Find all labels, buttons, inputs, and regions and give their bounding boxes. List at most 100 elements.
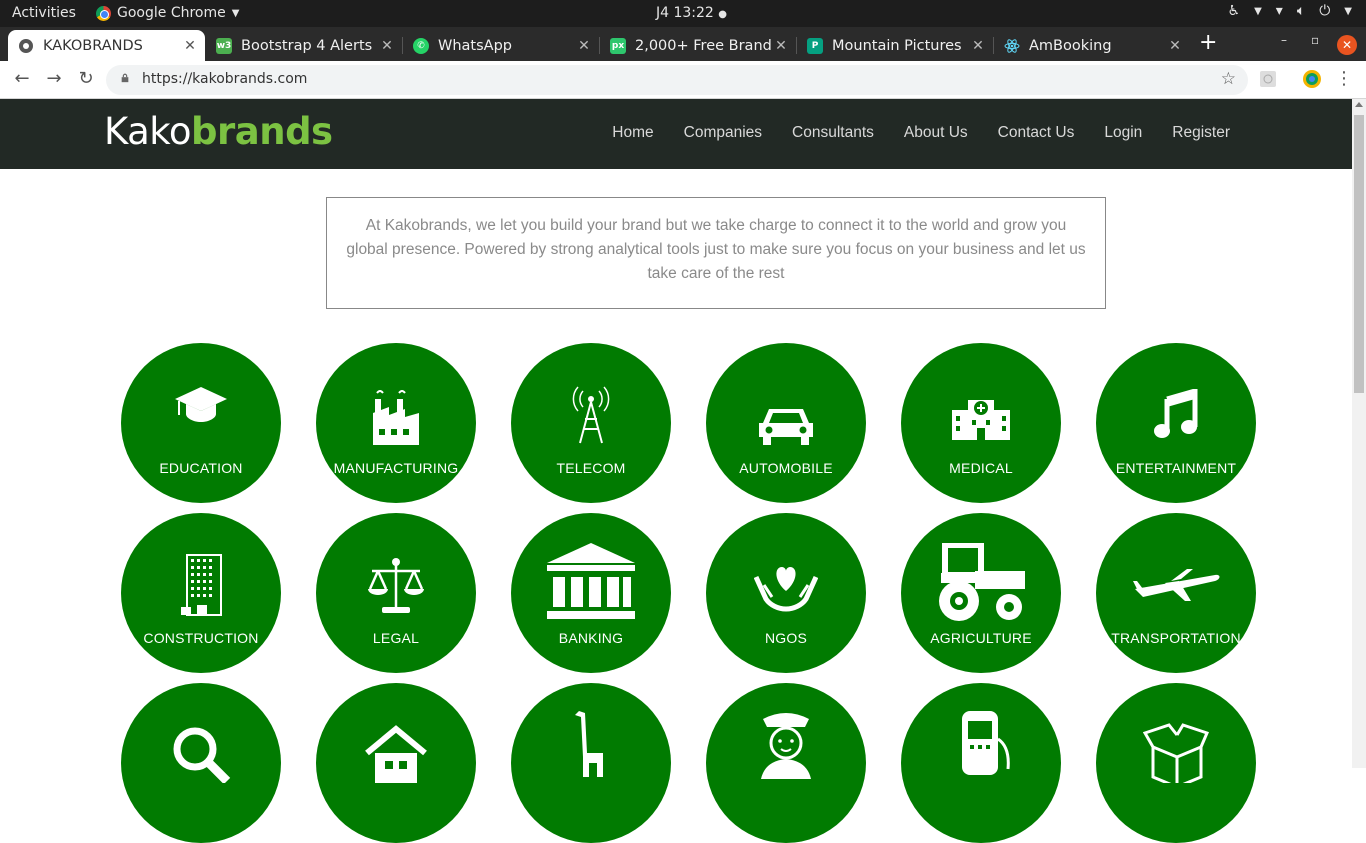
wifi-icon: ▾ bbox=[1275, 3, 1283, 19]
category-manufacturing[interactable]: MANUFACTURING bbox=[316, 343, 476, 503]
category-real-estate[interactable] bbox=[316, 683, 476, 843]
magnifier-icon bbox=[173, 727, 231, 783]
tab-bootstrap-alerts[interactable]: w3 Bootstrap 4 Alerts ✕ bbox=[206, 30, 402, 61]
category-label: LEGAL bbox=[372, 630, 420, 646]
intro-text: At Kakobrands, we let you build your bra… bbox=[346, 217, 1086, 282]
tab-whatsapp[interactable]: ✆ WhatsApp ✕ bbox=[403, 30, 599, 61]
tab-title: Bootstrap 4 Alerts bbox=[241, 37, 373, 54]
nav-consultants[interactable]: Consultants bbox=[792, 124, 874, 142]
pixabay-icon: px bbox=[610, 37, 626, 54]
category-label: MANUFACTURING bbox=[333, 460, 459, 476]
category-automobile[interactable]: AUTOMOBILE bbox=[706, 343, 866, 503]
nav-home[interactable]: Home bbox=[612, 124, 653, 142]
building-icon bbox=[181, 554, 222, 616]
intro-box: At Kakobrands, we let you build your bra… bbox=[326, 197, 1106, 309]
system-tray[interactable]: ♿︎ ▼ ▾ 🔈︎ ⏻ ▼ bbox=[1228, 3, 1352, 19]
reload-icon[interactable]: ↻ bbox=[74, 67, 98, 91]
profile-avatar-icon[interactable] bbox=[1302, 69, 1322, 89]
tab-strip: KAKOBRANDS ✕ w3 Bootstrap 4 Alerts ✕ ✆ W… bbox=[0, 27, 1366, 61]
window-close-icon[interactable]: ✕ bbox=[1337, 35, 1357, 55]
category-education[interactable]: EDUCATION bbox=[121, 343, 281, 503]
category-label: EDUCATION bbox=[159, 460, 243, 476]
w3schools-icon: w3 bbox=[216, 37, 232, 54]
category-label: CONSTRUCTION bbox=[143, 630, 259, 646]
close-tab-icon[interactable]: ✕ bbox=[181, 38, 199, 54]
category-agriculture[interactable]: AGRICULTURE bbox=[901, 513, 1061, 673]
close-tab-icon[interactable]: ✕ bbox=[1166, 38, 1184, 54]
globe-icon bbox=[18, 38, 34, 54]
site-nav-links: Home Companies Consultants About Us Cont… bbox=[612, 124, 1230, 142]
chevron-down-icon: ▼ bbox=[1344, 5, 1352, 17]
tab-kakobrands[interactable]: KAKOBRANDS ✕ bbox=[8, 30, 205, 61]
nav-login[interactable]: Login bbox=[1104, 124, 1142, 142]
category-legal[interactable]: LEGAL bbox=[316, 513, 476, 673]
tab-title: WhatsApp bbox=[438, 37, 512, 54]
tab-ambooking[interactable]: AmBooking ✕ bbox=[994, 30, 1190, 61]
chrome-icon bbox=[96, 5, 111, 21]
scales-icon bbox=[368, 558, 424, 613]
nav-contact-us[interactable]: Contact Us bbox=[998, 124, 1075, 142]
new-tab-button[interactable]: + bbox=[1199, 30, 1217, 56]
chevron-down-icon: ▼ bbox=[231, 7, 240, 19]
activities-button[interactable]: Activities bbox=[12, 5, 76, 21]
category-logistics[interactable] bbox=[1096, 683, 1256, 843]
category-label: MEDICAL bbox=[949, 460, 1013, 476]
pexels-icon: P bbox=[807, 37, 823, 54]
category-tourism[interactable] bbox=[511, 683, 671, 843]
nav-companies[interactable]: Companies bbox=[684, 124, 762, 142]
lock-icon bbox=[121, 73, 129, 83]
clock-text: J4 13:22 bbox=[656, 5, 714, 21]
page-scrollbar[interactable] bbox=[1352, 99, 1366, 768]
accessibility-icon[interactable]: ♿︎ bbox=[1228, 3, 1241, 19]
tab-title: AmBooking bbox=[1029, 37, 1112, 54]
nav-register[interactable]: Register bbox=[1172, 124, 1230, 142]
tab-title: Mountain Pictures bbox=[832, 37, 962, 54]
giraffe-icon bbox=[575, 711, 603, 777]
open-box-icon bbox=[1143, 723, 1209, 783]
category-entertainment[interactable]: ENTERTAINMENT bbox=[1096, 343, 1256, 503]
category-energy[interactable] bbox=[901, 683, 1061, 843]
category-label: TELECOM bbox=[556, 460, 626, 476]
scroll-up-icon[interactable] bbox=[1355, 102, 1363, 107]
forward-icon[interactable]: → bbox=[42, 67, 66, 91]
site-logo[interactable]: Kakobrands bbox=[104, 110, 333, 153]
bookmark-star-icon[interactable]: ☆ bbox=[1221, 69, 1236, 89]
category-banking[interactable]: BANKING bbox=[511, 513, 671, 673]
scrollbar-thumb[interactable] bbox=[1354, 115, 1364, 393]
nav-about-us[interactable]: About Us bbox=[904, 124, 968, 142]
category-telecom[interactable]: TELECOM bbox=[511, 343, 671, 503]
category-construction[interactable]: CONSTRUCTION bbox=[121, 513, 281, 673]
close-tab-icon[interactable]: ✕ bbox=[969, 38, 987, 54]
category-label: NGOS bbox=[764, 630, 808, 646]
address-bar[interactable]: https://kakobrands.com ☆ bbox=[106, 65, 1248, 95]
tab-title: 2,000+ Free Brandir bbox=[635, 37, 772, 54]
tab-pixabay[interactable]: px 2,000+ Free Brandir ✕ bbox=[600, 30, 796, 61]
close-tab-icon[interactable]: ✕ bbox=[575, 38, 593, 54]
category-label: TRANSPORTATION bbox=[1111, 630, 1241, 646]
category-ngos[interactable]: NGOS bbox=[706, 513, 866, 673]
minimize-icon[interactable]: – bbox=[1281, 33, 1287, 47]
category-security[interactable] bbox=[706, 683, 866, 843]
radio-tower-icon bbox=[572, 386, 610, 444]
menu-kebab-icon[interactable]: ⋮ bbox=[1332, 67, 1356, 91]
notification-dot-icon: ● bbox=[718, 9, 728, 20]
back-icon[interactable]: ← bbox=[10, 67, 34, 91]
category-label: ENTERTAINMENT bbox=[1115, 460, 1237, 476]
category-label: AGRICULTURE bbox=[930, 630, 1032, 646]
app-menu[interactable]: Google Chrome ▼ bbox=[96, 5, 239, 21]
close-tab-icon[interactable]: ✕ bbox=[772, 38, 790, 54]
graduation-cap-icon bbox=[175, 387, 227, 422]
extension-icon[interactable] bbox=[1258, 69, 1278, 89]
whatsapp-icon: ✆ bbox=[413, 37, 429, 54]
police-officer-icon bbox=[761, 713, 811, 779]
tab-pexels[interactable]: P Mountain Pictures ✕ bbox=[797, 30, 993, 61]
category-transportation[interactable]: TRANSPORTATION bbox=[1096, 513, 1256, 673]
close-tab-icon[interactable]: ✕ bbox=[378, 38, 396, 54]
factory-icon bbox=[373, 390, 419, 445]
clock[interactable]: J4 13:22 ● bbox=[656, 5, 727, 21]
house-icon bbox=[365, 725, 427, 783]
maximize-icon[interactable]: ▫ bbox=[1311, 33, 1319, 47]
airplane-icon bbox=[1133, 569, 1220, 601]
category-research[interactable] bbox=[121, 683, 281, 843]
category-medical[interactable]: MEDICAL bbox=[901, 343, 1061, 503]
